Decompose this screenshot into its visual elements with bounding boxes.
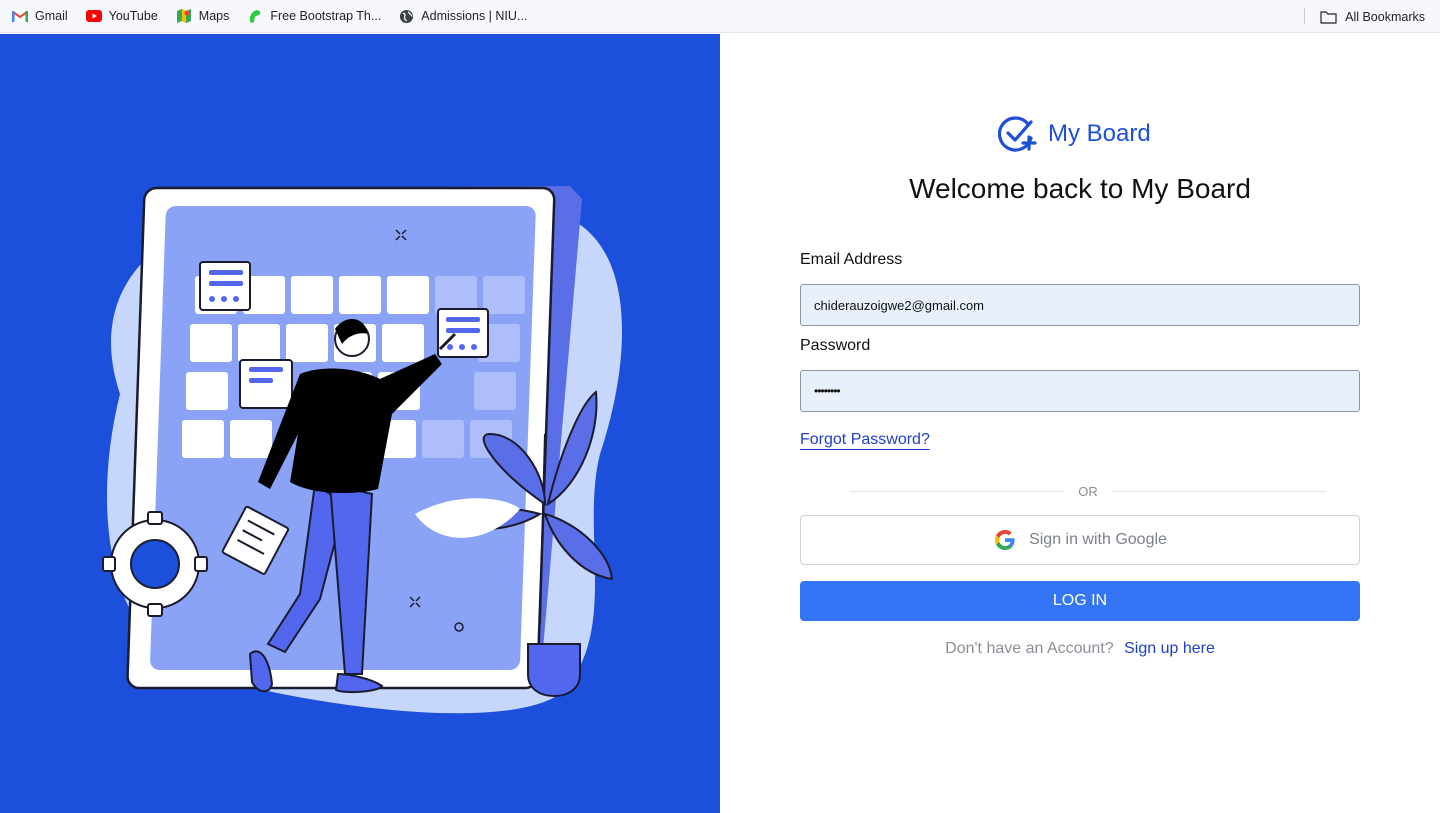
google-signin-button[interactable]: Sign in with Google	[800, 515, 1360, 565]
divider-line	[850, 490, 1064, 492]
google-icon	[995, 530, 1015, 550]
maps-icon	[176, 9, 191, 23]
bookmark-gmail[interactable]: Gmail	[12, 0, 68, 33]
check-plus-icon	[998, 116, 1037, 152]
folder-icon	[1320, 10, 1337, 24]
brand-name: My Board	[1048, 120, 1151, 147]
login-button[interactable]: LOG IN	[800, 581, 1360, 621]
password-field[interactable]: ••••••••	[800, 370, 1360, 412]
youtube-icon	[85, 10, 102, 22]
bookmark-bootstrap[interactable]: Free Bootstrap Th...	[247, 0, 381, 33]
bookmark-youtube[interactable]: YouTube	[85, 0, 158, 33]
bookmarks-bar: Gmail YouTube Maps Free Bootstrap Th... …	[0, 0, 1440, 33]
all-bookmarks-button[interactable]: All Bookmarks	[1320, 0, 1425, 33]
or-divider: OR	[850, 482, 1326, 500]
google-button-label: Sign in with Google	[1029, 531, 1167, 548]
password-label: Password	[800, 337, 871, 354]
divider-line	[1112, 490, 1326, 492]
globe-icon	[400, 9, 414, 23]
bookmark-admissions[interactable]: Admissions | NIU...	[399, 0, 527, 33]
bootstrap-theme-icon	[250, 10, 261, 23]
bookmark-label: Maps	[198, 9, 230, 23]
bookmark-label: YouTube	[108, 9, 158, 23]
illustration-panel	[0, 34, 720, 813]
signup-row: Don't have an Account? Sign up here	[720, 640, 1440, 658]
bookmarks-separator	[1304, 8, 1305, 24]
or-text: OR	[1078, 483, 1098, 499]
brand: My Board	[998, 116, 1151, 152]
bookmark-label: Gmail	[35, 9, 68, 23]
signup-prompt: Don't have an Account?	[945, 640, 1114, 657]
forgot-password-link[interactable]: Forgot Password?	[800, 430, 930, 450]
gmail-icon	[12, 10, 28, 22]
bookmark-label: Free Bootstrap Th...	[270, 9, 382, 23]
login-panel: My Board Welcome back to My Board Email …	[720, 34, 1440, 813]
email-field[interactable]: chiderauzoigwe2@gmail.com	[800, 284, 1360, 326]
bookmark-label: Admissions | NIU...	[421, 9, 528, 23]
page-title: Welcome back to My Board	[909, 173, 1251, 204]
signup-link[interactable]: Sign up here	[1124, 640, 1215, 657]
bookmark-maps[interactable]: Maps	[176, 0, 230, 33]
all-bookmarks-label: All Bookmarks	[1345, 9, 1425, 24]
board-illustration	[102, 186, 623, 714]
email-label: Email Address	[800, 251, 903, 268]
